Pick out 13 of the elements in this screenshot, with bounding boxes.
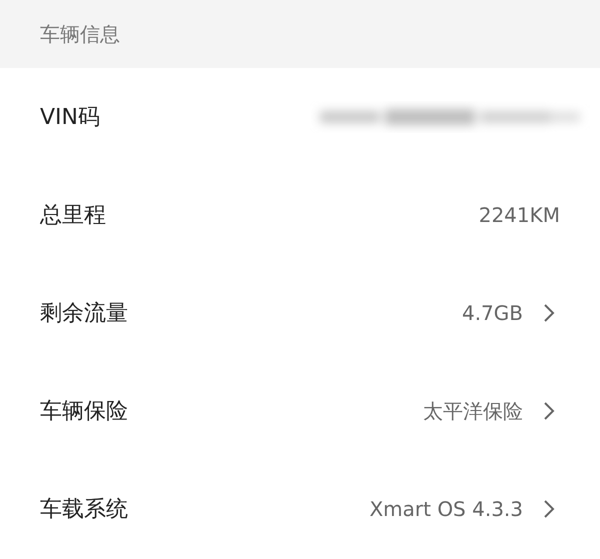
row-value: 4.7GB bbox=[462, 301, 523, 325]
section-title: 车辆信息 bbox=[40, 20, 120, 48]
row-value: Xmart OS 4.3.3 bbox=[369, 497, 523, 521]
row-label: 剩余流量 bbox=[40, 300, 128, 328]
row-label: 车载系统 bbox=[40, 496, 128, 524]
row-value: 太平洋保险 bbox=[423, 398, 523, 424]
row-label: 车辆保险 bbox=[40, 398, 128, 426]
row-label: 总里程 bbox=[40, 202, 106, 230]
row-value: 2241KM bbox=[478, 203, 560, 227]
chevron-icon[interactable] bbox=[543, 303, 555, 323]
chevron-icon[interactable] bbox=[543, 401, 555, 421]
chevron-icon[interactable] bbox=[543, 499, 555, 519]
row-label: VIN码 bbox=[40, 104, 100, 132]
